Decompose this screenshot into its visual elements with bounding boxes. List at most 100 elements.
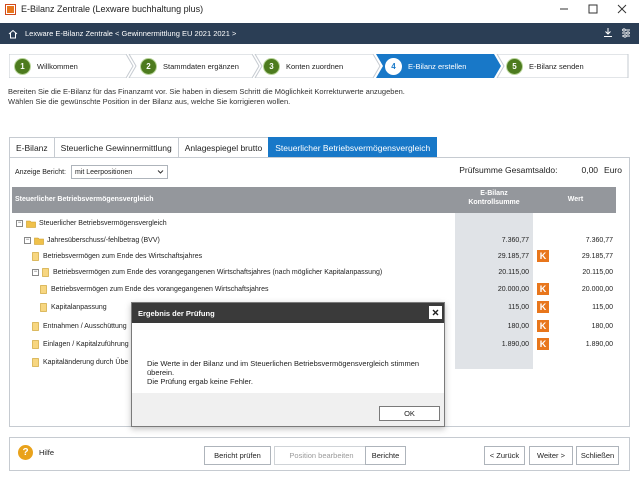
column-header-name: Steuerlicher Betriebsvermögensvergleich	[15, 196, 154, 203]
step-3-konten[interactable]: 3 Konten zuordnen	[258, 54, 343, 78]
row-control-sum: 29.185,77	[497, 253, 529, 260]
row-value: 1.890,00	[585, 341, 613, 348]
tab-steuerlicher-betriebsvermoegensvergleich[interactable]: Steuerlicher Betriebsvermögensvergleich	[268, 137, 438, 157]
weiter-button[interactable]: Weiter >	[529, 446, 573, 465]
row-control-sum: 180,00	[507, 323, 529, 330]
row-label: Einlagen / Kapitalzuführung	[43, 341, 129, 348]
collapse-toggle-icon[interactable]: −	[32, 269, 39, 276]
pruefung-dialog: Ergebnis der Prüfung Die Werte in der Bi…	[131, 302, 445, 427]
step-number: 1	[14, 57, 31, 75]
help-link[interactable]: ? Hilfe	[18, 445, 54, 460]
bericht-pruefen-button[interactable]: Bericht prüfen	[204, 446, 271, 465]
bottom-bar: ? Hilfe Bericht prüfen Position bearbeit…	[9, 437, 630, 471]
row-label-cell: Kapitaländerung durch Übe	[32, 358, 128, 367]
dialog-close-icon[interactable]	[429, 306, 442, 319]
step-label: Konten zuordnen	[286, 61, 344, 71]
window-titlebar: E-Bilanz Zentrale (Lexware buchhaltung p…	[0, 0, 639, 18]
row-control-sum: 20.115,00	[498, 269, 529, 276]
report-label: Anzeige Bericht:	[15, 168, 66, 176]
app-logo-icon	[4, 3, 16, 15]
row-label: Kapitaländerung durch Übe	[43, 359, 129, 366]
report-tabs: E-Bilanz Steuerliche Gewinnermittlung An…	[9, 137, 438, 157]
berichte-button[interactable]: Berichte	[365, 446, 406, 465]
schliessen-button[interactable]: Schließen	[576, 446, 619, 465]
position-bearbeiten-button[interactable]: Position bearbeiten	[274, 446, 369, 465]
collapse-toggle-icon[interactable]: −	[16, 220, 23, 227]
row-label-cell: − Steuerlicher Betriebsvermögensvergleich	[16, 220, 167, 228]
help-icon: ?	[18, 445, 33, 460]
table-row[interactable]: − Jahresüberschuss/-fehlbetrag (BVV) 7.360…	[12, 232, 616, 249]
step-1-willkommen[interactable]: 1 Willkommen	[9, 54, 78, 78]
dialog-footer: OK	[132, 393, 444, 426]
collapse-toggle-icon[interactable]: −	[24, 237, 31, 244]
row-label: Kapitalanpassung	[51, 304, 107, 311]
window-title: E-Bilanz Zentrale (Lexware buchhaltung p…	[21, 4, 204, 14]
pruefsumme-unit: Euro	[604, 165, 622, 175]
row-control-sum: 115,00	[508, 304, 529, 311]
document-icon	[32, 252, 39, 261]
settings-icon[interactable]	[621, 27, 631, 38]
row-value: 20.000,00	[581, 286, 613, 293]
row-label: Betriebsvermögen zum Ende des vorangegan…	[53, 269, 383, 276]
row-label-cell: − Betriebsvermögen zum Ende des vorangega…	[32, 268, 382, 277]
step-2-stammdaten[interactable]: 2 Stammdaten ergänzen	[135, 54, 239, 78]
column-header-control-line1: E-Bilanz	[480, 190, 508, 197]
close-window-icon[interactable]	[607, 0, 637, 18]
table-header: Steuerlicher Betriebsvermögensvergleich …	[12, 187, 616, 213]
chevron-down-icon	[157, 168, 164, 177]
column-header-control: E-Bilanz Kontrollsumme	[455, 189, 533, 207]
column-header-control-line2: Kontrollsumme	[468, 199, 520, 206]
download-icon[interactable]	[603, 27, 613, 38]
navigation-bar: Lexware E-Bilanz Zentrale < Gewinnermitt…	[0, 23, 639, 44]
row-label-cell: Betriebsvermögen zum Ende des vorangegan…	[40, 285, 269, 294]
minimize-icon[interactable]	[549, 0, 579, 18]
home-icon[interactable]	[8, 29, 18, 39]
report-select-value: mit Leerpositionen	[74, 168, 133, 176]
document-icon	[40, 285, 47, 294]
row-value: 20.115,00	[582, 269, 613, 276]
column-header-value: Wert	[567, 196, 584, 203]
document-icon	[40, 303, 47, 312]
row-label: Jahresüberschuss/-fehlbetrag (BVV)	[47, 237, 160, 244]
table-row[interactable]: − Steuerlicher Betriebsvermögensvergleich	[12, 215, 616, 232]
report-select[interactable]: mit Leerpositionen	[70, 165, 168, 179]
step-4-e-bilanz-erstellen[interactable]: 4 E-Bilanz erstellen	[380, 54, 466, 78]
row-label: Betriebsvermögen zum Ende des vorangegan…	[51, 286, 269, 293]
row-value: 180,00	[591, 323, 613, 330]
row-label-cell: Einlagen / Kapitalzuführung	[32, 340, 129, 349]
tab-anlagespiegel-brutto[interactable]: Anlagespiegel brutto	[177, 137, 270, 157]
table-row[interactable]: − Betriebsvermögen zum Ende des vorangega…	[12, 264, 616, 281]
row-label: Steuerlicher Betriebsvermögensvergleich	[39, 220, 167, 227]
document-icon	[32, 358, 39, 367]
document-icon	[42, 268, 49, 277]
step-label: Stammdaten ergänzen	[163, 61, 239, 71]
document-icon	[32, 322, 39, 331]
intro-line-1: Bereiten Sie die E-Bilanz für das Finanz…	[8, 87, 405, 96]
dialog-titlebar: Ergebnis der Prüfung	[132, 303, 444, 323]
tab-steuerliche-gewinnermittlung[interactable]: Steuerliche Gewinnermittlung	[53, 137, 179, 157]
folder-icon	[26, 220, 36, 228]
step-number: 4	[385, 57, 402, 75]
dialog-ok-button[interactable]: OK	[379, 406, 440, 421]
step-number: 5	[506, 57, 523, 75]
maximize-icon[interactable]	[578, 0, 608, 18]
tab-e-bilanz[interactable]: E-Bilanz	[9, 137, 55, 157]
pruefsumme: Prüfsumme Gesamtsaldo: 0,00 Euro	[459, 165, 622, 175]
row-label: Entnahmen / Ausschüttung	[43, 323, 127, 330]
table-row[interactable]: Betriebsvermögen zum Ende des vorangegan…	[12, 281, 616, 298]
report-selector-row: Anzeige Bericht: mit Leerpositionen	[15, 165, 168, 179]
row-value: 7.360,77	[585, 237, 613, 244]
step-5-e-bilanz-senden[interactable]: 5 E-Bilanz senden	[501, 54, 584, 78]
row-control-sum: 7.360,77	[501, 237, 529, 244]
document-icon	[32, 340, 39, 349]
table-row[interactable]: Betriebsvermögen zum Ende des Wirtschaft…	[12, 248, 616, 265]
step-label: Willkommen	[37, 61, 78, 71]
row-label-cell: − Jahresüberschuss/-fehlbetrag (BVV)	[24, 237, 160, 245]
zurueck-button[interactable]: < Zurück	[484, 446, 525, 465]
help-label: Hilfe	[39, 448, 55, 457]
pruefsumme-value: 0,00	[581, 165, 599, 175]
dialog-title: Ergebnis der Prüfung	[138, 308, 215, 318]
breadcrumb[interactable]: Lexware E-Bilanz Zentrale < Gewinnermitt…	[25, 29, 236, 38]
row-value: 115,00	[592, 304, 613, 311]
row-label-cell: Kapitalanpassung	[40, 303, 107, 312]
